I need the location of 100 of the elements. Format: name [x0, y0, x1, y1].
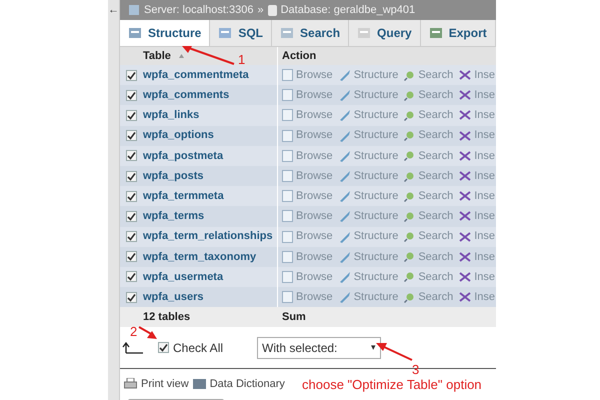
- action-link[interactable]: Browse: [296, 188, 333, 204]
- table-icon: [282, 190, 293, 202]
- table-name[interactable]: wpfa_term_taxonomy: [143, 248, 256, 266]
- checkbox[interactable]: [126, 251, 137, 262]
- sum-label: Sum: [281, 310, 306, 325]
- checkbox[interactable]: [126, 190, 137, 202]
- action-link[interactable]: Inse: [474, 168, 495, 184]
- action-link[interactable]: Structure: [354, 288, 398, 306]
- data-dictionary-link[interactable]: Data Dictionary: [210, 376, 285, 392]
- table-name[interactable]: wpfa_links: [143, 107, 200, 124]
- action-link[interactable]: Inse: [474, 268, 495, 286]
- checkbox[interactable]: [126, 70, 137, 81]
- action-link[interactable]: Browse: [296, 168, 333, 184]
- checkbox[interactable]: [126, 271, 137, 282]
- action-link[interactable]: Structure: [354, 268, 398, 286]
- action-link[interactable]: Browse: [296, 288, 333, 306]
- checkbox[interactable]: [126, 110, 137, 121]
- action-link[interactable]: Browse: [296, 66, 333, 84]
- table-icon: [282, 250, 293, 263]
- table-name[interactable]: wpfa_posts: [143, 168, 204, 184]
- action-link[interactable]: Inse: [474, 208, 495, 225]
- action-link[interactable]: Structure: [354, 87, 398, 104]
- action-link[interactable]: Inse: [474, 107, 495, 124]
- annotation-arrow: [374, 340, 414, 362]
- action-link[interactable]: Structure: [354, 148, 398, 164]
- server-link[interactable]: Server: localhost:3306: [144, 2, 254, 18]
- step-number: 1: [238, 51, 246, 69]
- with-selected-dropdown[interactable]: With selected: ▾: [257, 336, 382, 359]
- table-name[interactable]: wpfa_termmeta: [143, 188, 224, 204]
- database-link[interactable]: Database: geraldbe_wp401: [280, 2, 416, 18]
- action-link[interactable]: Search: [418, 268, 454, 286]
- checkbox[interactable]: [126, 90, 137, 101]
- action-link[interactable]: Inse: [474, 66, 495, 84]
- action-link[interactable]: Search: [418, 66, 454, 84]
- action-link[interactable]: Structure: [354, 208, 398, 225]
- table-name[interactable]: wpfa_commentmeta: [143, 66, 249, 84]
- action-link[interactable]: Inse: [474, 248, 495, 266]
- tab[interactable]: Structure: [120, 20, 210, 46]
- action-link[interactable]: Browse: [296, 208, 333, 225]
- action-link[interactable]: Inse: [474, 228, 495, 245]
- action-link[interactable]: Inse: [474, 127, 495, 144]
- annotation-arrow: [138, 326, 158, 340]
- table-name[interactable]: wpfa_users: [143, 288, 204, 306]
- table-name[interactable]: wpfa_usermeta: [143, 268, 224, 286]
- action-link[interactable]: Browse: [296, 127, 333, 144]
- action-link[interactable]: Search: [418, 107, 454, 124]
- action-link[interactable]: Browse: [296, 148, 333, 164]
- back-arrow[interactable]: ←: [108, 0, 119, 20]
- action-link[interactable]: Search: [418, 148, 454, 164]
- table-name[interactable]: wpfa_postmeta: [143, 148, 224, 164]
- action-link[interactable]: Structure: [354, 66, 398, 84]
- server-icon: [128, 4, 140, 16]
- action-link[interactable]: Structure: [354, 188, 398, 204]
- checkbox[interactable]: [126, 292, 137, 303]
- table-name[interactable]: wpfa_terms: [143, 208, 204, 225]
- table-icon: [282, 69, 293, 82]
- action-link[interactable]: Inse: [474, 288, 495, 306]
- table-icon: [282, 130, 293, 142]
- checkbox[interactable]: [126, 210, 137, 222]
- action-link[interactable]: Structure: [354, 228, 398, 245]
- action-link[interactable]: Browse: [296, 228, 333, 245]
- checkbox[interactable]: [126, 150, 137, 162]
- action-link[interactable]: Search: [418, 87, 454, 104]
- action-link[interactable]: Search: [418, 188, 454, 204]
- action-link[interactable]: Search: [418, 127, 454, 144]
- action-link[interactable]: Structure: [354, 248, 398, 266]
- action-link[interactable]: Search: [418, 248, 454, 266]
- check-all-label[interactable]: Check All: [173, 338, 224, 357]
- action-link[interactable]: Inse: [474, 87, 495, 104]
- table-name[interactable]: wpfa_options: [143, 127, 214, 144]
- action-link[interactable]: Search: [418, 168, 454, 184]
- action-link[interactable]: Browse: [296, 107, 333, 124]
- table-name[interactable]: wpfa_comments: [143, 87, 230, 104]
- action-link[interactable]: Structure: [354, 107, 398, 124]
- table-count: 12 tables: [143, 311, 190, 323]
- action-link[interactable]: Inse: [474, 188, 495, 204]
- table-icon: [282, 89, 293, 102]
- annotation-arrow: [180, 44, 236, 66]
- action-link[interactable]: Browse: [296, 248, 333, 266]
- action-link[interactable]: Structure: [354, 127, 398, 144]
- sort-icon: [178, 54, 184, 58]
- table-icon: [282, 150, 293, 162]
- print-view-link[interactable]: Print view: [141, 376, 189, 392]
- action-link[interactable]: Inse: [474, 148, 495, 164]
- action-link[interactable]: Browse: [296, 268, 333, 286]
- column-header: Action: [282, 48, 316, 64]
- action-link[interactable]: Search: [418, 208, 454, 225]
- checkbox[interactable]: [126, 170, 137, 182]
- action-link[interactable]: Search: [418, 288, 454, 306]
- action-link[interactable]: Browse: [296, 87, 333, 104]
- checkbox[interactable]: [126, 231, 137, 242]
- database-icon: [268, 4, 277, 16]
- table-name[interactable]: wpfa_term_relationships: [143, 228, 273, 245]
- action-link[interactable]: Structure: [354, 168, 398, 184]
- annotation-note: choose "Optimize Table" option: [302, 376, 482, 394]
- action-link[interactable]: Search: [418, 228, 454, 245]
- checkbox[interactable]: [158, 342, 169, 354]
- table-icon: [282, 291, 293, 304]
- column-header[interactable]: Table: [143, 48, 171, 64]
- checkbox[interactable]: [126, 130, 137, 142]
